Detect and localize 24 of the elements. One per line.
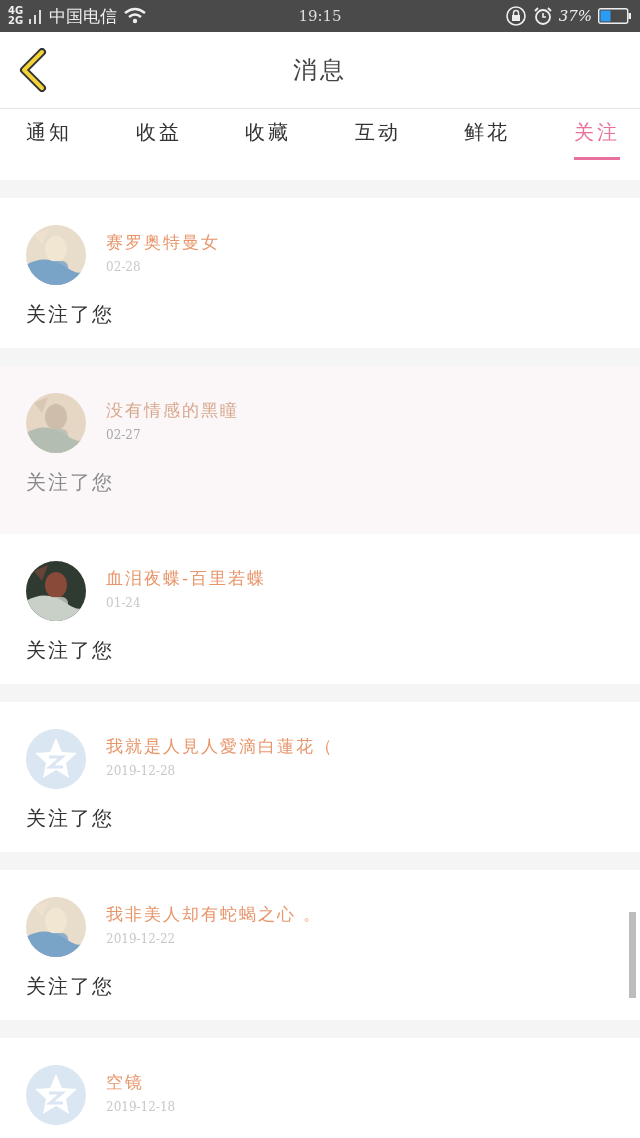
tab[interactable]: 收益 (135, 109, 182, 160)
back-icon[interactable] (18, 48, 48, 92)
tab[interactable]: 收藏 (245, 109, 292, 160)
message-text: 关注了您 (26, 973, 115, 1000)
star-avatar-icon (26, 1065, 86, 1125)
message-text: 关注了您 (26, 301, 115, 328)
tab[interactable]: 通知 (26, 109, 72, 160)
network-label: 2G (8, 16, 24, 26)
carrier-name: 中国电信 (49, 4, 118, 28)
battery-percent: 37% (558, 7, 592, 25)
page-title: 消息 (293, 55, 347, 86)
star-avatar-icon (26, 729, 86, 789)
battery-icon (598, 8, 632, 24)
alarm-icon (532, 6, 553, 26)
signal-icon (29, 7, 44, 25)
message-date: 02-27 (106, 428, 142, 442)
message-text: 关注了您 (26, 469, 115, 496)
rotation-lock-icon (504, 5, 527, 27)
network-label: 4G (8, 6, 24, 16)
message-text: 关注了您 (26, 637, 115, 664)
clock-time: 19:15 (298, 7, 342, 25)
tab[interactable]: 鲜花 (464, 109, 511, 160)
tab[interactable]: 互动 (354, 109, 401, 160)
message-text: 关注了您 (26, 805, 115, 832)
